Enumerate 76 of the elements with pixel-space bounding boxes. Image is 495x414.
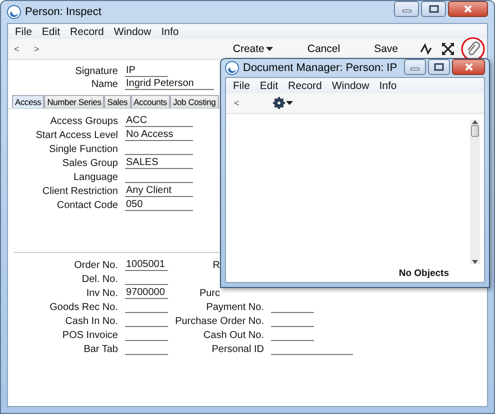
field-label: Signature xyxy=(74,66,118,77)
up-arrow-icon xyxy=(472,120,478,124)
app-icon xyxy=(7,5,21,19)
menu-item[interactable]: Edit xyxy=(36,26,66,38)
caret-icon xyxy=(266,47,274,51)
status-text: No Objects xyxy=(398,266,450,280)
field-label: Cash In No. xyxy=(64,316,118,326)
nav-button[interactable]: < xyxy=(234,98,254,108)
menu-item[interactable]: Info xyxy=(374,80,402,92)
nav-button[interactable]: > xyxy=(34,44,54,54)
tab[interactable]: Accounts xyxy=(130,95,170,108)
field-label: Bar Tab xyxy=(82,344,118,354)
field-label: Purc xyxy=(198,288,220,298)
menu-item[interactable]: Record xyxy=(65,26,109,38)
close-icon xyxy=(464,63,474,71)
create-dropdown[interactable]: Create xyxy=(230,43,276,55)
field-label: Order No. xyxy=(73,260,118,270)
tab[interactable]: Job Costing xyxy=(170,95,219,108)
input-field[interactable]: 9700000 xyxy=(125,287,168,299)
maximize-button[interactable] xyxy=(421,1,446,17)
menu-item[interactable]: Window xyxy=(326,80,374,92)
field-label: R xyxy=(212,260,220,270)
field-label: Access Groups xyxy=(49,116,118,126)
field-label: Client Restriction xyxy=(41,186,118,196)
input-field[interactable]: No Access xyxy=(125,129,193,141)
paperclip-icon xyxy=(465,41,481,57)
maximize-icon xyxy=(428,5,438,13)
maximize-icon xyxy=(434,63,444,71)
input-field[interactable]: Any Client xyxy=(125,185,193,197)
field-label: Payment No. xyxy=(205,302,264,312)
field-label: Del. No. xyxy=(80,274,118,284)
field-label: Language xyxy=(72,172,118,182)
settings-button[interactable] xyxy=(270,97,296,109)
tab[interactable]: Number Series xyxy=(44,95,104,108)
field-label: Name xyxy=(90,79,118,90)
field-label: Single Function xyxy=(48,144,118,154)
app-icon xyxy=(225,61,239,75)
field-label: Contact Code xyxy=(56,200,118,210)
toolbar-button[interactable]: Save xyxy=(371,43,401,55)
input-field[interactable]: SALES xyxy=(125,157,193,169)
field-label: Inv No. xyxy=(85,288,118,298)
tab[interactable]: Access xyxy=(12,95,44,108)
gear-icon xyxy=(273,97,285,109)
field-label: POS Invoice xyxy=(61,330,118,340)
nav-button[interactable]: < xyxy=(14,44,34,54)
toolbar-button[interactable]: Cancel xyxy=(304,43,344,55)
input-field[interactable]: 1005001 xyxy=(125,259,168,271)
input-field[interactable]: IP xyxy=(125,65,168,77)
tab[interactable]: Sales xyxy=(104,95,131,108)
field-label: Start Access Level xyxy=(34,130,118,140)
close-button[interactable] xyxy=(448,1,488,17)
caret-icon xyxy=(286,101,293,105)
graph-icon xyxy=(420,43,432,55)
field-label: Sales Group xyxy=(61,158,118,168)
menu-item[interactable]: Edit xyxy=(254,80,284,92)
menu-item[interactable]: File xyxy=(10,26,37,38)
maximize-button[interactable] xyxy=(428,59,450,75)
field-label: Goods Rec No. xyxy=(48,302,118,312)
field-label: Cash Out No. xyxy=(202,330,264,340)
menu-item[interactable]: Record xyxy=(283,80,327,92)
input-field[interactable]: 050 xyxy=(125,199,193,211)
down-arrow-icon xyxy=(472,260,478,264)
close-icon xyxy=(463,5,473,13)
scroll-thumb[interactable] xyxy=(471,125,479,137)
field-label: Personal ID xyxy=(210,344,264,354)
input-field[interactable]: Ingrid Peterson xyxy=(125,78,214,90)
menu-item[interactable]: Window xyxy=(108,26,156,38)
window-title: Document Manager: Person: IP xyxy=(243,62,398,74)
window-title: Person: Inspect xyxy=(25,6,102,18)
expand-icon xyxy=(442,43,454,55)
scrollbar[interactable] xyxy=(470,120,480,264)
input-field[interactable]: ACC xyxy=(125,115,193,127)
close-button[interactable] xyxy=(452,59,485,75)
menu-item[interactable]: File xyxy=(228,80,255,92)
field-label: Purchase Order No. xyxy=(174,316,264,326)
menu-item[interactable]: Info xyxy=(156,26,184,38)
